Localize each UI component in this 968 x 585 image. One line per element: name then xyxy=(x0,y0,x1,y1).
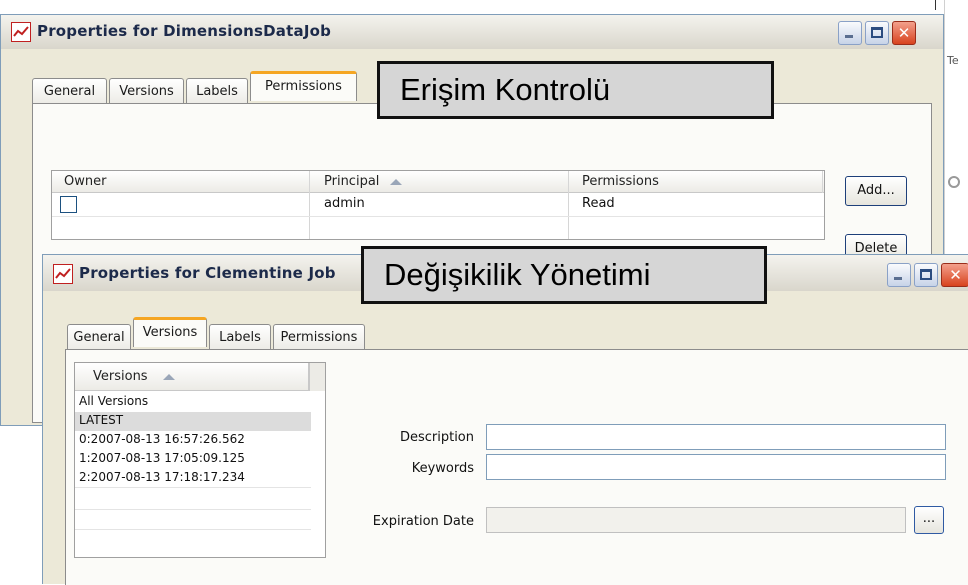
expiration-date-label: Expiration Date xyxy=(372,514,474,529)
tab-labels[interactable]: Labels xyxy=(186,78,248,104)
list-item-label: All Versions xyxy=(79,394,149,408)
versions-list: Versions All Versions LATEST 0:2007-08-1… xyxy=(74,362,326,558)
permissions-cell: Read xyxy=(582,196,615,211)
column-header-principal[interactable]: Principal xyxy=(324,173,379,191)
list-item-selected[interactable]: LATEST xyxy=(75,412,311,431)
minimize-icon xyxy=(845,35,853,38)
sort-ascending-icon xyxy=(163,374,175,380)
versions-panel: Versions All Versions LATEST 0:2007-08-1… xyxy=(65,349,968,585)
list-divider xyxy=(75,509,311,510)
background-text-fragment: Te xyxy=(947,54,959,67)
tab-permissions[interactable]: Permissions xyxy=(250,71,357,101)
list-item-label: 0:2007-08-13 16:57:26.562 xyxy=(79,432,245,446)
keywords-label: Keywords xyxy=(411,461,474,476)
table-header xyxy=(52,171,824,193)
list-item[interactable]: 1:2007-08-13 17:05:09.125 xyxy=(75,450,311,469)
maximize-button[interactable] xyxy=(914,263,938,287)
description-field[interactable] xyxy=(486,424,946,450)
list-item-label: LATEST xyxy=(79,413,124,427)
window-title: Properties for DimensionsDataJob xyxy=(37,22,332,40)
versions-list-header[interactable]: Versions xyxy=(75,363,309,391)
permissions-table: Owner Principal Permissions admin Read xyxy=(51,170,825,240)
window-title: Properties for Clementine Job xyxy=(79,264,336,282)
tab-general[interactable]: General xyxy=(67,324,131,350)
owner-checkbox[interactable] xyxy=(60,196,77,213)
table-row[interactable]: admin Read xyxy=(52,193,824,217)
app-icon xyxy=(11,22,31,42)
access-control-label: Erişim Kontrolü xyxy=(377,61,774,119)
minimize-button[interactable] xyxy=(887,263,911,287)
add-button[interactable]: Add... xyxy=(845,176,907,206)
change-management-label: Değişikilik Yönetimi xyxy=(361,246,767,304)
close-icon: ✕ xyxy=(897,24,911,42)
close-icon: ✕ xyxy=(949,266,962,284)
maximize-button[interactable] xyxy=(865,21,889,45)
close-button[interactable]: ✕ xyxy=(892,21,916,45)
background-icon xyxy=(948,176,960,188)
tab-versions[interactable]: Versions xyxy=(109,78,184,104)
list-divider xyxy=(75,529,311,530)
column-header-owner[interactable]: Owner xyxy=(64,173,106,191)
tab-labels[interactable]: Labels xyxy=(209,324,271,350)
background-divider xyxy=(935,0,936,10)
column-header-permissions[interactable]: Permissions xyxy=(582,173,659,191)
tab-versions[interactable]: Versions xyxy=(133,317,207,347)
versions-header-label: Versions xyxy=(93,369,148,384)
column-divider xyxy=(822,171,823,193)
app-icon xyxy=(53,264,73,284)
maximize-icon xyxy=(920,269,932,280)
tab-permissions[interactable]: Permissions xyxy=(273,324,365,350)
date-picker-button[interactable]: ... xyxy=(914,506,944,534)
minimize-button[interactable] xyxy=(838,21,862,45)
maximize-icon xyxy=(871,27,883,38)
list-item-label: 1:2007-08-13 17:05:09.125 xyxy=(79,451,245,465)
list-item-label: 2:2007-08-13 17:18:17.234 xyxy=(79,470,245,484)
close-button[interactable]: ✕ xyxy=(941,263,968,287)
list-item[interactable]: 0:2007-08-13 16:57:26.562 xyxy=(75,431,311,450)
list-item[interactable]: 2:2007-08-13 17:18:17.234 xyxy=(75,469,311,488)
list-item[interactable]: All Versions xyxy=(75,393,311,412)
description-label: Description xyxy=(399,430,474,445)
versions-scrollbar[interactable] xyxy=(309,363,325,391)
sort-ascending-icon xyxy=(390,179,402,185)
keywords-field[interactable] xyxy=(486,454,946,480)
expiration-date-field[interactable] xyxy=(486,507,906,533)
minimize-icon xyxy=(894,277,902,280)
principal-cell: admin xyxy=(324,196,365,211)
tab-general[interactable]: General xyxy=(32,78,107,104)
title-bar[interactable]: Properties for DimensionsDataJob ✕ xyxy=(1,15,943,49)
